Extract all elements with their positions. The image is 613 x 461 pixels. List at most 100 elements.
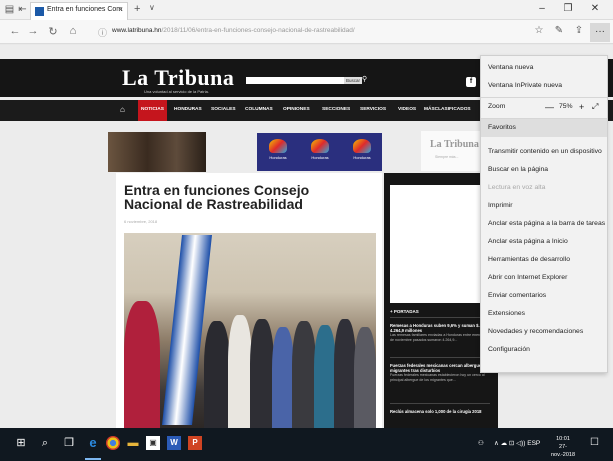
search-icon[interactable]: ⚲ xyxy=(362,75,367,83)
menu-item-pin-start[interactable]: Anclar esta página a Inicio xyxy=(481,233,607,251)
menu-item-developer-tools[interactable]: Herramientas de desarrollo xyxy=(481,251,607,269)
people-icon[interactable]: ⚇ xyxy=(478,439,484,447)
photo-person xyxy=(124,301,160,428)
article-title: Entra en funciones Consejo Nacional de R… xyxy=(124,182,310,212)
nav-item-columnas[interactable]: COLUMNAS xyxy=(245,107,273,112)
favorites-star-icon[interactable]: ☆ xyxy=(532,25,546,36)
edge-icon[interactable]: e xyxy=(86,436,100,450)
photo-person xyxy=(354,327,376,428)
home-button[interactable]: ⌂ xyxy=(66,25,80,37)
photo-person xyxy=(292,321,316,428)
menu-item-cast[interactable]: Transmitir contenido en un dispositivo xyxy=(481,143,607,161)
nav-item-noticias[interactable]: NOTICIAS xyxy=(138,100,167,121)
menu-item-read-aloud: Lectura en voz alta xyxy=(488,184,546,191)
menu-item-whats-new[interactable]: Novedades y recomendaciones xyxy=(481,323,607,341)
nav-item-opiniones[interactable]: OPINIONES xyxy=(283,107,310,112)
tab-preview-chevron-icon[interactable]: ∨ xyxy=(149,3,155,12)
tab-back-icon[interactable]: ⇤ xyxy=(17,4,28,15)
task-view-icon[interactable]: ❒ xyxy=(62,436,76,450)
refresh-button[interactable]: ↻ xyxy=(46,25,60,38)
powerpoint-icon[interactable]: P xyxy=(188,436,202,450)
article-photo[interactable] xyxy=(124,233,376,428)
zoom-out-button[interactable]: — xyxy=(545,98,554,116)
sidebar-news-item[interactable]: Reclús almacena solo 1,000 de la cirugía… xyxy=(390,409,490,414)
nav-item-sociales[interactable]: SOCIALES xyxy=(211,107,236,112)
photo-person xyxy=(228,315,252,428)
notes-icon[interactable]: ✎ xyxy=(552,25,566,36)
zoom-label: Zoom xyxy=(488,103,506,110)
nav-item-masclasificados[interactable]: MÁSCLASIFICADOS xyxy=(424,107,471,112)
photo-person xyxy=(272,327,294,428)
search-icon[interactable]: ⌕ xyxy=(38,436,52,450)
word-icon[interactable]: W xyxy=(167,436,181,450)
menu-item-new-inprivate-window[interactable]: Ventana InPrivate nueva xyxy=(481,77,607,95)
sidebar-news-summary: Fuerzas federales mexicanas estableciero… xyxy=(390,373,485,382)
menu-item-pin-taskbar[interactable]: Anclar esta página a la barra de tareas xyxy=(481,215,607,233)
nav-item-honduras[interactable]: HONDURAS xyxy=(174,107,202,112)
menu-item-send-feedback[interactable]: Enviar comentarios xyxy=(481,287,607,305)
site-search-button[interactable]: Buscar xyxy=(344,77,362,84)
menu-item-print[interactable]: Imprimir xyxy=(481,197,607,215)
sidebar-divider xyxy=(390,357,490,358)
system-tray[interactable]: ∧ ☁ ⊡ ◁)) ESP xyxy=(494,439,540,447)
article: Entra en funciones Consejo Nacional de R… xyxy=(116,173,382,428)
new-tab-button[interactable]: + xyxy=(134,3,140,15)
sidebar-news-title: Reclús almacena solo 1,000 de la cirugía… xyxy=(390,409,482,414)
ad3-tagline: Siempre más... xyxy=(435,155,459,159)
fullscreen-icon[interactable]: ⤢ xyxy=(592,98,598,116)
back-button[interactable]: ← xyxy=(8,25,22,37)
photo-person xyxy=(204,321,230,428)
sidebar-news-item[interactable]: Fuerzas federales mexicanas cercan alber… xyxy=(390,363,490,383)
minimize-button[interactable]: – xyxy=(535,3,549,14)
menu-item-favorites[interactable]: Favoritos xyxy=(481,119,607,137)
close-window-button[interactable]: ✕ xyxy=(588,3,602,14)
ad-banner-photo[interactable] xyxy=(108,132,206,172)
article-date: 6 noviembre, 2018 xyxy=(124,219,158,224)
nav-item-servicios[interactable]: SERVICIOS xyxy=(360,107,386,112)
menu-item-new-window[interactable]: Ventana nueva xyxy=(481,59,607,77)
tab-close-icon[interactable]: × xyxy=(118,5,123,14)
home-icon[interactable]: ⌂ xyxy=(120,105,125,114)
menu-item-open-ie[interactable]: Abrir con Internet Explorer xyxy=(481,269,607,287)
notifications-icon[interactable]: ☐ xyxy=(590,437,599,448)
windows-start-icon[interactable]: ⊞ xyxy=(14,436,28,450)
tab-manager-icon[interactable]: ▤ xyxy=(4,4,15,15)
menu-item-settings[interactable]: Configuración xyxy=(481,341,607,359)
ad2-label: Honduras xyxy=(269,155,287,160)
menu-item-extensions[interactable]: Extensiones xyxy=(481,305,607,323)
tab-title: Entra en funciones Com xyxy=(47,6,123,13)
more-settings-button[interactable]: ··· xyxy=(590,23,610,42)
url-host: www.latribuna.hn xyxy=(112,27,162,34)
ad-banner-honduras[interactable]: Honduras Honduras Honduras xyxy=(257,133,382,171)
url-field[interactable]: ⓘ www.latribuna.hn/2018/11/06/entra-en-f… xyxy=(98,24,518,40)
menu-item-find-on-page[interactable]: Buscar en la página xyxy=(481,161,607,179)
ad2-label: Honduras xyxy=(353,155,371,160)
maximize-button[interactable]: ❐ xyxy=(561,3,575,14)
forward-button[interactable]: → xyxy=(26,25,40,37)
nav-item-videos[interactable]: VIDEOS xyxy=(398,107,416,112)
ad3-logo: La Tribuna xyxy=(430,139,479,150)
chrome-icon[interactable] xyxy=(106,436,120,450)
menu-item-zoom: Zoom — 75% + ⤢ xyxy=(481,98,607,116)
honduras-brand-logo: Honduras xyxy=(349,139,375,160)
page-info-icon[interactable]: ⓘ xyxy=(98,26,107,39)
sidebar-news-item[interactable]: Remesas a Honduras suben 9,6% y suman $.… xyxy=(390,323,490,343)
clock-time: 10:01 xyxy=(556,436,570,442)
site-search-input[interactable] xyxy=(246,77,358,84)
clock[interactable]: 10:01 27-nov.-2018 xyxy=(548,435,578,459)
settings-menu: Ventana nueva Ventana InPrivate nueva Zo… xyxy=(480,55,608,373)
site-logo[interactable]: La Tribuna xyxy=(122,65,234,91)
store-icon[interactable]: ▣ xyxy=(146,436,160,450)
clock-date: 27-nov.-2018 xyxy=(550,444,576,458)
zoom-in-button[interactable]: + xyxy=(579,98,584,116)
photo-person xyxy=(314,325,336,428)
browser-tab[interactable]: Entra en funciones Com × xyxy=(30,2,128,20)
ad-banner-latribuna[interactable]: La Tribuna Siempre más... xyxy=(421,131,486,171)
site-tagline: Una voluntad al servicio de la Patria. xyxy=(144,89,209,94)
facebook-icon[interactable]: f xyxy=(466,77,476,87)
file-explorer-icon[interactable]: ▬ xyxy=(126,436,140,450)
sidebar-ad-box[interactable] xyxy=(390,185,494,303)
nav-item-secciones[interactable]: SECCIONES xyxy=(322,107,350,112)
tab-bar: ▤ ⇤ Entra en funciones Com × + ∨ – ❐ ✕ xyxy=(0,0,613,20)
share-icon[interactable]: ⇪ xyxy=(572,25,586,36)
